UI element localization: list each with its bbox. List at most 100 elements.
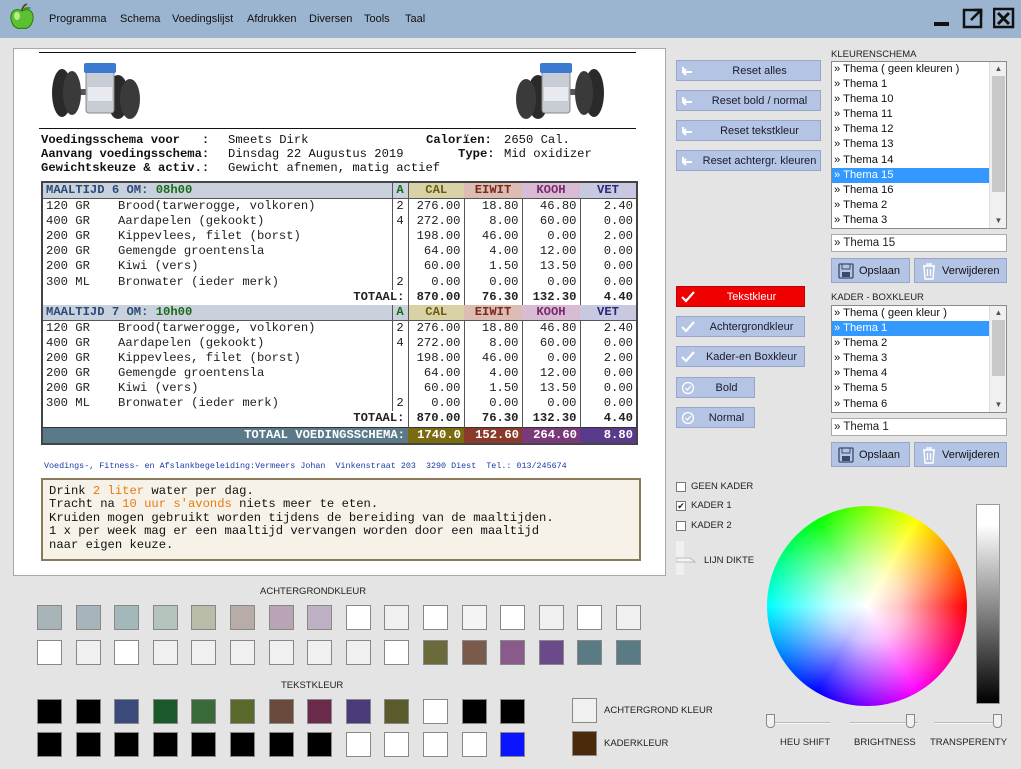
slider-knob[interactable] [766, 714, 775, 728]
no-frame-checkbox[interactable]: GEEN KADER [676, 481, 753, 492]
menu-programma[interactable]: Programma [49, 13, 106, 25]
table-row[interactable]: 120 GR Brood(tarwerogge, volkoren) 2 276… [43, 320, 636, 336]
list-item[interactable]: » Thema 3 [832, 351, 1006, 366]
color-swatch[interactable] [423, 699, 448, 724]
color-swatch[interactable] [461, 640, 487, 665]
table-row[interactable]: 200 GR Gemengde groentensla 64.00 4.00 1… [43, 366, 636, 382]
list-item[interactable]: » Thema ( geen kleur ) [832, 306, 1006, 321]
frame-2-checkbox[interactable]: KADER 2 [676, 520, 732, 531]
bold-button[interactable]: Bold [676, 377, 755, 398]
background-color-swatch[interactable] [572, 698, 597, 723]
color-swatch[interactable] [268, 699, 294, 724]
list-item[interactable]: » Thema 6 [832, 397, 1006, 412]
chevron-down-icon[interactable]: ▼ [990, 398, 1006, 412]
color-swatch[interactable] [114, 605, 140, 630]
color-swatch[interactable] [345, 605, 371, 630]
menu-schema[interactable]: Schema [120, 13, 160, 25]
restore-window-icon[interactable] [962, 7, 984, 29]
menu-afdrukken[interactable]: Afdrukken [247, 13, 297, 25]
table-row[interactable]: 400 GR Aardapelen (gekookt) 4 272.00 8.0… [43, 214, 636, 230]
list-item[interactable]: » Thema 11 [832, 107, 1006, 122]
list-item[interactable]: » Thema 2 [832, 198, 1006, 213]
color-swatch[interactable] [230, 732, 255, 757]
color-swatch[interactable] [230, 605, 255, 630]
list-item[interactable]: » Thema 2 [832, 336, 1006, 351]
frame-color-name-field[interactable]: » Thema 1 [831, 418, 1007, 436]
color-swatch[interactable] [268, 640, 294, 665]
frame-color-list[interactable]: » Thema ( geen kleur )» Thema 1» Thema 2… [831, 305, 1007, 413]
menu-voedingslijst[interactable]: Voedingslijst [172, 13, 233, 25]
color-swatch[interactable] [500, 605, 526, 630]
frame-box-color-toggle[interactable]: Kader-en Boxkleur [676, 346, 805, 367]
frame-1-checkbox[interactable]: ✔ KADER 1 [676, 500, 732, 511]
transparency-slider[interactable] [934, 714, 1002, 730]
frame-color-swatch[interactable] [572, 731, 597, 756]
color-swatch[interactable] [577, 605, 603, 630]
list-item[interactable]: » Thema 1 [832, 321, 1006, 337]
background-color-toggle[interactable]: Achtergrondkleur [676, 316, 805, 337]
color-swatch[interactable] [500, 640, 526, 665]
color-swatch[interactable] [384, 732, 410, 757]
color-swatch[interactable] [75, 605, 101, 630]
list-item[interactable]: » Thema 12 [832, 122, 1006, 137]
list-item[interactable]: » Thema 16 [832, 183, 1006, 198]
color-swatch[interactable] [384, 640, 410, 665]
table-row[interactable]: 200 GR Kippevlees, filet (borst) 198.00 … [43, 351, 636, 367]
color-swatch[interactable] [307, 605, 333, 630]
minimize-icon[interactable] [931, 7, 953, 29]
color-swatch[interactable] [538, 640, 564, 665]
line-thickness-spinner[interactable] [676, 541, 696, 575]
color-swatch[interactable] [423, 605, 448, 630]
color-swatch[interactable] [75, 699, 101, 724]
color-swatch[interactable] [307, 732, 333, 757]
list-item[interactable]: » Thema 10 [832, 92, 1006, 107]
color-swatch[interactable] [75, 732, 101, 757]
table-row[interactable]: 300 ML Bronwater (ieder merk) 2 0.00 0.0… [43, 274, 636, 290]
normal-button[interactable]: Normal [676, 407, 755, 428]
color-swatch[interactable] [461, 699, 487, 724]
color-swatch[interactable] [500, 732, 526, 757]
color-swatch[interactable] [423, 640, 448, 665]
menu-diversen[interactable]: Diversen [309, 13, 352, 25]
table-row[interactable]: 200 GR Kiwi (vers) 60.00 1.50 13.50 0.00 [43, 381, 636, 397]
scrollbar[interactable]: ▲ ▼ [989, 306, 1006, 412]
save-scheme-button[interactable]: Opslaan [831, 258, 910, 283]
color-swatch[interactable] [307, 699, 333, 724]
list-item[interactable]: » Thema 13 [832, 137, 1006, 152]
table-row[interactable]: 200 GR Gemengde groentensla 64.00 4.00 1… [43, 244, 636, 260]
color-swatch[interactable] [384, 699, 410, 724]
list-item[interactable]: » Thema 3 [832, 213, 1006, 228]
scrollbar[interactable]: ▲ ▼ [989, 62, 1006, 228]
color-swatch[interactable] [345, 699, 371, 724]
menu-tools[interactable]: Tools [364, 13, 390, 25]
color-wheel[interactable] [767, 506, 967, 706]
reset-text-color-button[interactable]: Reset tekstkleur [676, 120, 821, 141]
list-item[interactable]: » Thema 4 [832, 366, 1006, 381]
list-item[interactable]: » Thema 15 [832, 167, 1006, 183]
menu-taal[interactable]: Taal [405, 13, 425, 25]
list-item[interactable]: » Thema 14 [832, 153, 1006, 168]
color-swatch[interactable] [37, 605, 62, 630]
color-swatch[interactable] [230, 699, 255, 724]
close-window-icon[interactable] [993, 7, 1015, 29]
table-row[interactable]: 200 GR Kippevlees, filet (borst) 198.00 … [43, 229, 636, 245]
color-swatch[interactable] [577, 640, 603, 665]
color-swatch[interactable] [191, 640, 217, 665]
list-item[interactable]: » Thema 5 [832, 381, 1006, 396]
color-scheme-name-field[interactable]: » Thema 15 [831, 234, 1007, 252]
table-row[interactable]: 200 GR Kiwi (vers) 60.00 1.50 13.50 0.00 [43, 259, 636, 275]
color-swatch[interactable] [461, 605, 487, 630]
chevron-down-icon[interactable]: ▼ [990, 214, 1006, 228]
color-scheme-list[interactable]: » Thema ( geen kleuren )» Thema 1» Thema… [831, 61, 1007, 229]
list-item[interactable]: » Thema 1 [832, 77, 1006, 92]
color-swatch[interactable] [307, 640, 333, 665]
table-row[interactable]: 400 GR Aardapelen (gekookt) 4 272.00 8.0… [43, 335, 636, 352]
color-swatch[interactable] [152, 699, 178, 724]
color-swatch[interactable] [345, 640, 371, 665]
color-swatch[interactable] [152, 640, 178, 665]
color-swatch[interactable] [114, 699, 140, 724]
color-swatch[interactable] [114, 732, 140, 757]
color-swatch[interactable] [616, 605, 641, 630]
color-swatch[interactable] [152, 732, 178, 757]
color-swatch[interactable] [268, 732, 294, 757]
